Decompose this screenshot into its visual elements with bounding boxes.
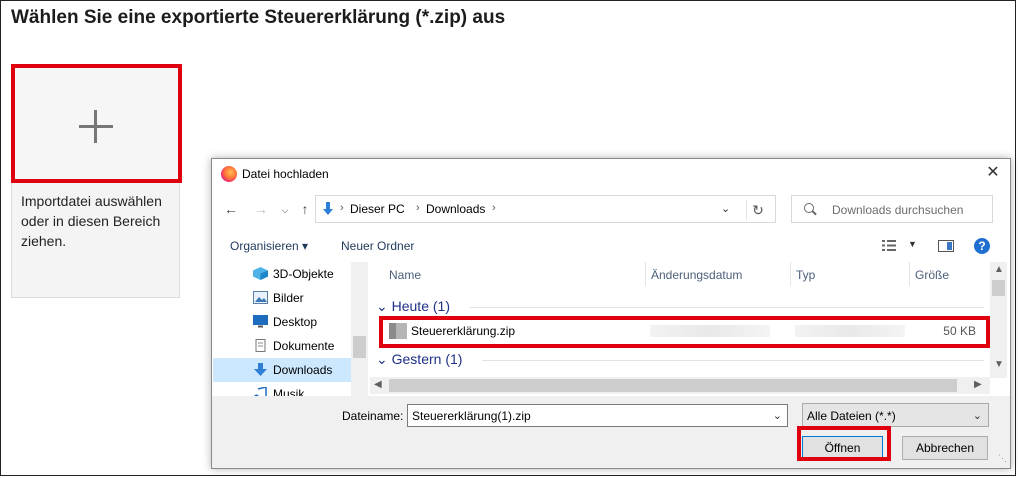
refresh-icon[interactable]: ↻ [746, 200, 769, 220]
music-icon [254, 387, 267, 396]
nav-item-documents[interactable]: Dokumente [213, 334, 368, 358]
cube-icon [253, 267, 268, 280]
dialog-titlebar[interactable]: Datei hochladen ✕ [212, 159, 1010, 189]
breadcrumb-chevron-icon: › [492, 202, 496, 214]
search-icon [804, 203, 814, 213]
scroll-up-icon[interactable]: ▲ [994, 264, 1004, 275]
new-folder-button[interactable]: Neuer Ordner [341, 239, 414, 253]
downloads-folder-icon [323, 202, 333, 215]
help-icon[interactable]: ? [974, 238, 990, 254]
group-label: Gestern (1) [391, 351, 463, 367]
up-arrow-icon[interactable]: ↑ [296, 201, 314, 217]
navigation-scrollbar[interactable] [351, 262, 368, 396]
file-type-value: Alle Dateien (*.*) [807, 409, 896, 423]
preview-pane-icon[interactable] [938, 240, 954, 252]
file-list-vertical-scrollbar[interactable]: ▲ ▼ [990, 262, 1007, 378]
nav-item-label: Dokumente [273, 339, 335, 353]
file-type-dropdown-icon: ⌄ [972, 410, 982, 422]
column-header-label: Änderungsdatum [651, 268, 743, 282]
column-header-size[interactable]: Größe [910, 262, 990, 288]
navigation-scroll-thumb[interactable] [353, 336, 366, 358]
breadcrumb-chevron-icon: › [340, 202, 344, 214]
column-header-type[interactable]: Typ [791, 262, 909, 288]
recent-locations-chevron-icon[interactable]: ⌵ [276, 205, 294, 216]
resize-grip-icon[interactable]: ⋱ [998, 453, 1007, 464]
nav-item-3d-objects[interactable]: 3D-Objekte [213, 262, 368, 286]
breadcrumb-downloads[interactable]: Downloads [426, 202, 485, 216]
cancel-button[interactable]: Abbrechen [902, 436, 988, 460]
chevron-down-icon: ⌄ [376, 298, 388, 314]
nav-item-desktop[interactable]: Desktop [213, 310, 368, 334]
nav-item-label: Bilder [273, 291, 304, 305]
breadcrumb-this-pc[interactable]: Dieser PC [350, 202, 405, 216]
nav-item-downloads[interactable]: Downloads [213, 358, 368, 382]
column-header-label: Typ [796, 268, 816, 282]
horizontal-scroll-thumb[interactable] [389, 379, 957, 392]
nav-item-label: Downloads [273, 363, 333, 377]
navigation-row: ← → ⌵ ↑ › Dieser PC › Downloads › ⌄ ↻ Do… [212, 193, 1010, 227]
filename-value: Steuererklärung(1).zip [412, 409, 531, 423]
view-options-icon[interactable] [882, 240, 896, 251]
filename-dropdown-icon[interactable]: ⌄ [773, 409, 782, 422]
file-highlight-box [379, 316, 990, 348]
column-header-label: Größe [915, 268, 950, 282]
nav-item-label: Musik [273, 387, 305, 396]
plus-icon-vertical [94, 110, 97, 143]
pictures-icon [253, 291, 268, 304]
organize-button[interactable]: Organisieren ▾ [230, 239, 308, 253]
close-icon[interactable]: ✕ [982, 162, 1004, 184]
nav-item-label: Desktop [273, 315, 318, 329]
column-header-label: Name [389, 268, 422, 282]
column-header-date[interactable]: Änderungsdatum [646, 262, 790, 288]
address-dropdown-icon[interactable]: ⌄ [721, 202, 730, 215]
download-arrow-icon [254, 363, 267, 376]
scroll-left-icon[interactable]: ◀ [374, 379, 382, 390]
nav-item-pictures[interactable]: Bilder [213, 286, 368, 310]
firefox-icon [221, 166, 237, 182]
group-divider [482, 360, 984, 361]
scroll-down-icon[interactable]: ▼ [994, 359, 1004, 370]
vertical-scroll-thumb[interactable] [992, 280, 1005, 296]
chevron-down-icon: ⌄ [376, 351, 388, 367]
group-header-today[interactable]: ⌄ Heute (1) [376, 298, 450, 315]
nav-item-label: 3D-Objekte [273, 267, 334, 281]
group-label: Heute (1) [391, 298, 450, 314]
dialog-title: Datei hochladen [242, 167, 329, 181]
search-placeholder: Downloads durchsuchen [832, 203, 964, 217]
back-arrow-icon[interactable]: ← [222, 201, 240, 217]
column-header-name[interactable]: Name [370, 262, 645, 288]
scroll-right-icon[interactable]: ▶ [974, 379, 982, 390]
breadcrumb-chevron-icon: › [416, 202, 420, 214]
address-bar[interactable]: › Dieser PC › Downloads › ⌄ ↻ [315, 195, 776, 223]
forward-arrow-icon[interactable]: → [252, 201, 270, 217]
file-upload-dialog: Datei hochladen ✕ ← → ⌵ ↑ › Dieser PC › … [211, 158, 1011, 469]
filename-label: Dateiname: [342, 409, 404, 423]
documents-icon [255, 339, 266, 352]
view-dropdown-icon[interactable]: ▼ [908, 239, 917, 249]
drop-zone-instructions: Importdatei auswählen oder in diesen Ber… [21, 193, 162, 249]
desktop-icon [253, 315, 268, 328]
group-header-yesterday[interactable]: ⌄ Gestern (1) [376, 351, 462, 368]
file-type-select[interactable]: Alle Dateien (*.*) ⌄ [802, 403, 989, 427]
nav-item-music[interactable]: Musik [213, 382, 368, 396]
navigation-pane: 3D-Objekte Bilder Desktop Dokumente Down… [213, 262, 368, 396]
page-title: Wählen Sie eine exportierte Steuererklär… [11, 7, 506, 28]
group-divider [470, 307, 984, 308]
filename-input[interactable]: Steuererklärung(1).zip ⌄ [407, 404, 788, 427]
file-list-horizontal-scrollbar[interactable]: ◀ ▶ [370, 377, 990, 394]
open-button-highlight-box [797, 426, 891, 461]
dialog-toolbar: Organisieren ▾ Neuer Ordner ▼ ? [212, 231, 1010, 261]
search-input[interactable]: Downloads durchsuchen [791, 195, 993, 223]
